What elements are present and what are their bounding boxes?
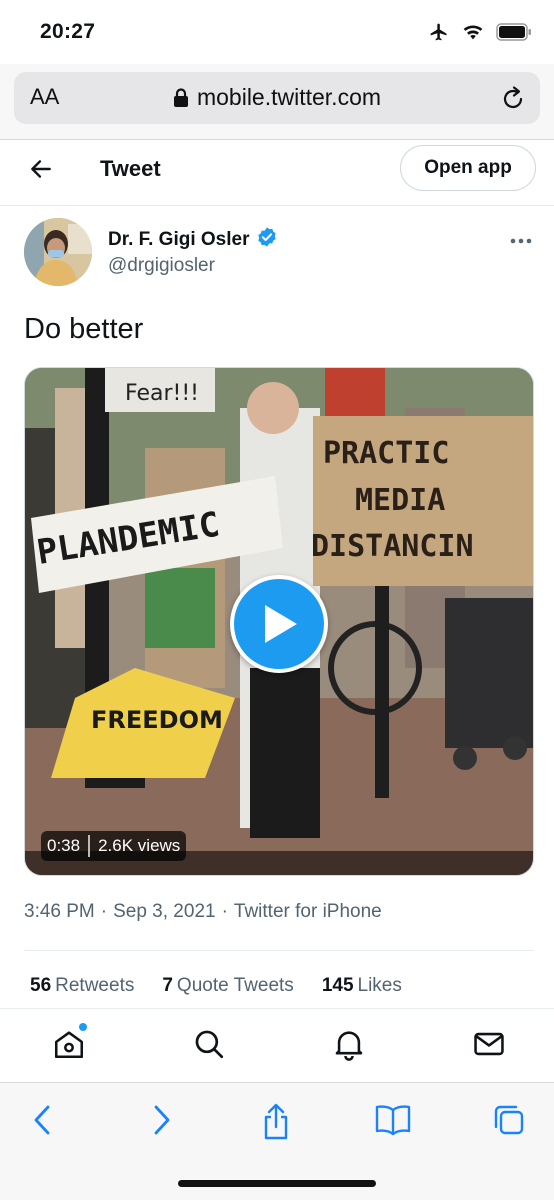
tweet-stats: 56 Retweets 7 Quote Tweets 145 Likes bbox=[30, 975, 402, 997]
reload-icon[interactable] bbox=[500, 84, 526, 117]
wifi-icon bbox=[462, 23, 484, 46]
retweets-count: 56 bbox=[30, 975, 52, 996]
timestamp-separator-1: · bbox=[100, 901, 108, 922]
sign-fear: Fear!!! bbox=[125, 381, 199, 406]
likes-label: Likes bbox=[357, 975, 402, 996]
home-notification-dot bbox=[79, 1023, 87, 1031]
sign-media: MEDIA bbox=[355, 483, 445, 518]
status-bar: 20:27 bbox=[0, 0, 554, 64]
page-title: Tweet bbox=[100, 156, 161, 181]
open-app-button[interactable]: Open app bbox=[400, 145, 536, 191]
battery-icon bbox=[496, 23, 532, 46]
avatar[interactable] bbox=[24, 218, 92, 286]
url-field[interactable]: mobile.twitter.com bbox=[14, 84, 540, 111]
sign-distancing: DISTANCIN bbox=[311, 529, 474, 564]
twitter-header: Tweet Open app bbox=[0, 140, 554, 206]
lock-icon bbox=[173, 84, 197, 110]
tweet-video[interactable]: Fear!!! PLANDEMIC PRACTIC MEDIA DISTANCI… bbox=[24, 367, 534, 876]
url-text: mobile.twitter.com bbox=[196, 84, 382, 110]
bookmarks-icon[interactable] bbox=[374, 1103, 412, 1142]
search-icon[interactable] bbox=[192, 1027, 226, 1066]
likes-count: 145 bbox=[321, 975, 354, 996]
tweet-source[interactable]: Twitter for iPhone bbox=[234, 901, 382, 923]
play-button[interactable] bbox=[230, 575, 328, 673]
quote-count: 7 bbox=[162, 975, 173, 996]
author-name-text: Dr. F. Gigi Osler bbox=[108, 229, 250, 250]
sign-freedom: FREEDOM bbox=[91, 706, 223, 734]
sign-practice: PRACTIC bbox=[323, 436, 449, 471]
share-icon[interactable] bbox=[260, 1103, 292, 1146]
quote-tweets-stat[interactable]: 7 Quote Tweets bbox=[162, 975, 293, 997]
likes-stat[interactable]: 145 Likes bbox=[322, 975, 402, 997]
tweet-timestamp: 3:46 PM · Sep 3, 2021 · Twitter for iPho… bbox=[24, 901, 382, 923]
tweet-text: Do better bbox=[24, 313, 144, 345]
messages-icon[interactable] bbox=[472, 1027, 506, 1066]
quote-label: Quote Tweets bbox=[176, 975, 294, 996]
notifications-icon[interactable] bbox=[332, 1027, 366, 1066]
tabs-icon[interactable] bbox=[492, 1103, 526, 1142]
address-bar[interactable]: AA mobile.twitter.com bbox=[14, 72, 540, 124]
status-time: 20:27 bbox=[40, 20, 96, 43]
divider bbox=[24, 950, 534, 951]
video-meta-divider bbox=[88, 835, 91, 857]
more-options-icon[interactable] bbox=[510, 232, 532, 250]
retweets-stat[interactable]: 56 Retweets bbox=[30, 975, 134, 997]
twitter-tab-bar bbox=[0, 1008, 554, 1082]
airplane-icon bbox=[428, 22, 450, 47]
home-icon[interactable] bbox=[52, 1023, 87, 1066]
video-duration: 0:38 bbox=[47, 836, 81, 855]
author-handle[interactable]: @drgigiosler bbox=[108, 255, 215, 277]
back-icon[interactable] bbox=[30, 1103, 56, 1142]
tweet-time: 3:46 PM bbox=[24, 901, 95, 922]
retweets-label: Retweets bbox=[55, 975, 135, 996]
verified-badge-icon bbox=[256, 226, 278, 254]
author-name[interactable]: Dr. F. Gigi Osler bbox=[108, 226, 278, 254]
forward-icon[interactable] bbox=[148, 1103, 174, 1142]
tweet-date[interactable]: Sep 3, 2021 bbox=[113, 901, 215, 923]
video-views: 2.6K views bbox=[98, 836, 181, 855]
status-icons bbox=[428, 22, 532, 47]
back-arrow-icon[interactable] bbox=[28, 156, 54, 187]
play-icon bbox=[265, 605, 297, 643]
home-indicator[interactable] bbox=[178, 1180, 376, 1187]
browser-address-area: AA mobile.twitter.com bbox=[0, 64, 554, 140]
video-meta: 0:38 2.6K views bbox=[41, 831, 187, 861]
timestamp-separator-2: · bbox=[221, 901, 228, 922]
